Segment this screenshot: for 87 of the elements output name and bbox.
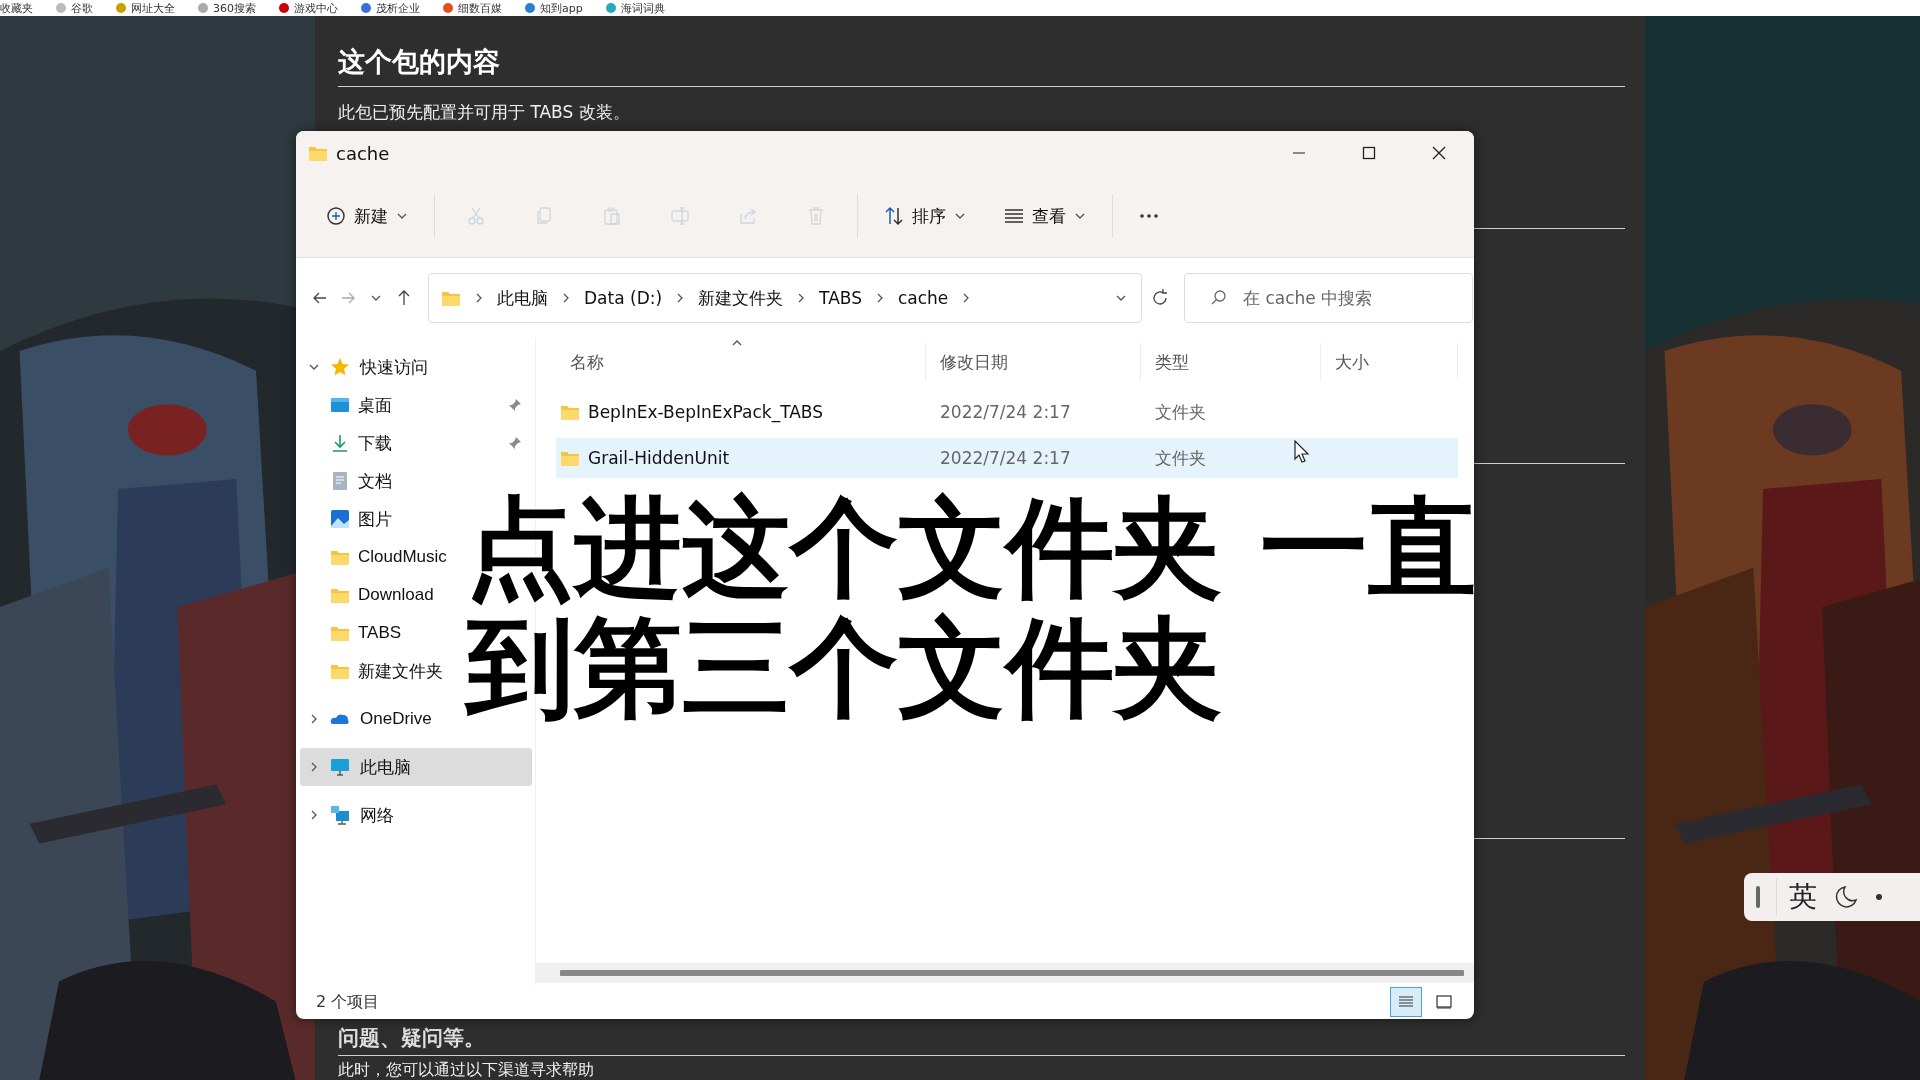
nav-item[interactable]: 快速访问 (300, 348, 532, 386)
bookmark-link[interactable]: 茂析企业 (360, 0, 420, 16)
mouse-pointer-icon (1294, 440, 1310, 464)
nav-item[interactable]: 桌面 (300, 386, 532, 424)
nav-item[interactable]: 文档 (300, 462, 396, 500)
share-icon (738, 206, 758, 226)
drag-handle[interactable] (1756, 886, 1760, 908)
bookmark-icon (524, 2, 536, 14)
paragraph: 此包已预先配置并可用于 TABS 改装。 (338, 101, 630, 124)
breadcrumb-item[interactable]: Data (D:) (584, 288, 663, 308)
breadcrumb-item[interactable]: 此电脑 (497, 286, 548, 310)
moon-icon[interactable] (1833, 884, 1859, 910)
search-icon (1210, 289, 1228, 307)
toolbar-button[interactable]: 查看 (992, 196, 1098, 236)
toolbar-button[interactable]: 排序 (872, 196, 978, 236)
bookmark-icon (115, 2, 127, 14)
section-heading: 问题、疑问等。 (338, 1025, 485, 1051)
nav-item[interactable]: 新建文件夹 (300, 652, 447, 690)
scrollbar[interactable] (536, 963, 1474, 983)
bookmark-link[interactable]: 网址大全 (115, 0, 175, 16)
trash-icon (806, 206, 826, 226)
bookmark-link[interactable]: 细数百媒 (442, 0, 502, 16)
nav-item[interactable]: TABS (300, 614, 406, 652)
breadcrumb-item[interactable]: cache (897, 288, 949, 308)
network-icon (330, 805, 350, 825)
bookmark-icon (442, 2, 454, 14)
bookmark-link[interactable]: 知到app (524, 0, 583, 16)
column-header[interactable]: 大小 (1321, 343, 1458, 381)
clipboard-icon (602, 206, 622, 226)
monitor-icon (330, 757, 350, 777)
nav-item[interactable]: 下载 (300, 424, 532, 462)
bookmark-icon (278, 2, 290, 14)
star-icon (330, 357, 350, 377)
section-heading: 这个包的内容 (338, 45, 500, 79)
toolbar-button[interactable]: 新建 (314, 196, 420, 236)
rename-icon (670, 206, 690, 226)
bookmark-icon (197, 2, 209, 14)
file-row[interactable]: BepInEx-BepInExPack_TABS 2022/7/24 2:17 文件夹 (556, 392, 1458, 432)
lines-icon (1004, 206, 1024, 226)
bookmark-icon (360, 2, 372, 14)
close-icon (1432, 146, 1446, 160)
address-bar[interactable]: 此电脑 Data (D:) 新建文件夹 TABS cache (428, 273, 1142, 323)
breadcrumb-item[interactable]: 新建文件夹 (698, 286, 784, 310)
tiles-view-icon (1435, 993, 1453, 1011)
window-title: cache (336, 142, 390, 164)
bookmark-icon (55, 2, 67, 14)
file-date: 2022/7/24 2:17 (940, 402, 1071, 422)
caption-text: 到第三个文件夹 (466, 608, 1222, 728)
copy-icon (534, 206, 554, 226)
file-name: Grail-HiddenUnit (588, 448, 730, 468)
column-header[interactable]: 类型 (1141, 343, 1321, 381)
nav-item[interactable]: 图片 (300, 500, 396, 538)
plus-circle-icon (326, 206, 346, 226)
caption-text: 点进这个文件夹 一直 (466, 488, 1476, 608)
file-date: 2022/7/24 2:17 (940, 448, 1071, 468)
search-field[interactable]: 在 cache 中搜索 (1184, 273, 1473, 323)
sort-arrows-icon (884, 206, 904, 226)
refresh-icon (1150, 288, 1170, 308)
breadcrumb-item[interactable]: TABS (819, 288, 862, 308)
paragraph: 此时，您可以通过以下渠道寻求帮助 (338, 1060, 594, 1080)
nav-item[interactable]: Download (300, 576, 438, 614)
more-icon (1139, 213, 1159, 219)
document-icon (330, 471, 350, 491)
column-header[interactable]: 名称 (556, 343, 926, 381)
download-icon (330, 433, 350, 453)
file-row[interactable]: Grail-HiddenUnit 2022/7/24 2:17 文件夹 (556, 438, 1458, 478)
bookmark-link[interactable]: 游戏中心 (278, 0, 338, 16)
bookmark-link[interactable]: 收藏夹 (0, 0, 33, 16)
desktop-icon (330, 395, 350, 415)
dot-icon[interactable] (1875, 893, 1883, 901)
maximize-icon (1362, 146, 1376, 160)
bookmark-link[interactable]: 360搜索 (197, 0, 256, 16)
file-type: 文件夹 (1155, 446, 1206, 470)
scissors-icon (466, 206, 486, 226)
bookmark-icon (604, 2, 617, 14)
bookmark-link[interactable]: 海词词典 (604, 0, 665, 16)
nav-item[interactable]: CloudMusic (300, 538, 451, 576)
nav-item[interactable]: 此电脑 (300, 748, 532, 786)
item-count: 2 个项目 (316, 991, 380, 1013)
view-toggle-button[interactable] (1390, 987, 1422, 1017)
bookmark-link[interactable]: 谷歌 (55, 0, 93, 16)
nav-item[interactable]: 网络 (300, 796, 532, 834)
image-icon (330, 509, 350, 529)
input-mode-button[interactable]: 英 (1776, 878, 1817, 916)
file-type: 文件夹 (1155, 400, 1206, 424)
column-header[interactable]: 修改日期 (926, 343, 1141, 381)
file-name: BepInEx-BepInExPack_TABS (588, 402, 823, 422)
